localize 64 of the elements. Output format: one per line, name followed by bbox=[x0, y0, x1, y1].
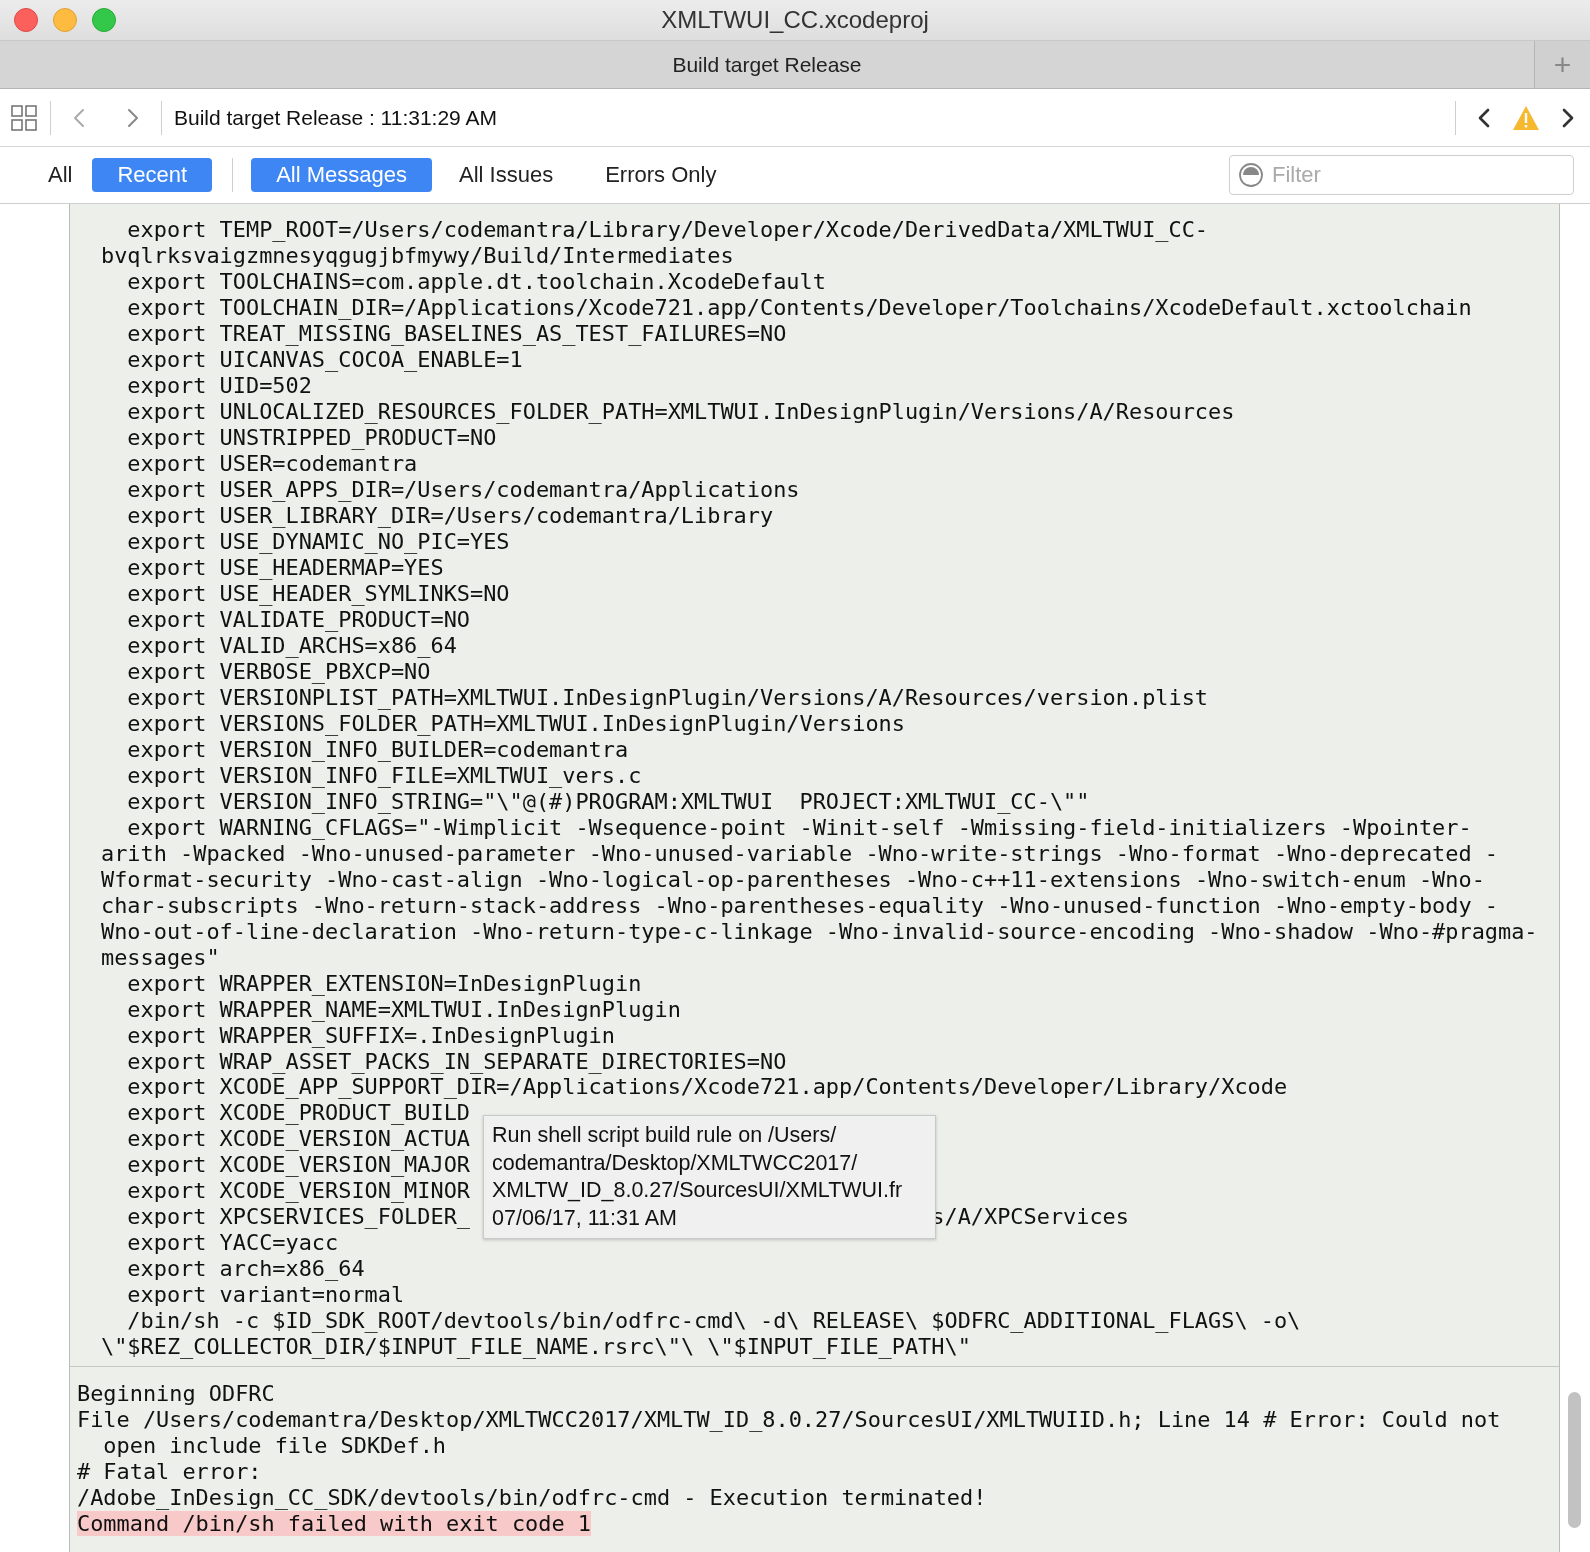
log-line: export TOOLCHAIN_DIR=/Applications/Xcode721.app/Contents/Developer/Toolchains/XcodeDefault.xctoolchain bbox=[127, 294, 1472, 320]
log-line: export UID=502 bbox=[127, 372, 312, 398]
log-line: /Adobe_InDesign_CC_SDK/devtools/bin/odfrc-cmd - Execution terminated! bbox=[77, 1485, 987, 1511]
log-line: export WARNING_CFLAGS="-Wimplicit -Wsequence-point -Winit-self -Wmissing-field-initializers -Wpointer- bbox=[127, 814, 1472, 840]
log-line: export variant=normal bbox=[127, 1282, 405, 1308]
scope-tab[interactable]: All bbox=[30, 158, 91, 192]
log-line: File /Users/codemantra/Desktop/XMLTWCC2017/XMLTW_ID_8.0.27/SourcesUI/XMLTWUIID.h; Line 14 # Error: Could not bbox=[77, 1407, 1501, 1433]
log-line: export USE_HEADERMAP=YES bbox=[127, 554, 444, 580]
log-line: export VERSION_INFO_BUILDER=codemantra bbox=[127, 736, 629, 762]
tooltip: Run shell script build rule on /Users/ codemantra/Desktop/XMLTWCC2017/ XMLTW_ID_8.0.27/SourcesUI/XMLTWUI.fr 07/06/17, 11:31 AM bbox=[483, 1115, 936, 1240]
log-line: export VALID_ARCHS=x86_64 bbox=[127, 632, 457, 658]
filter-icon bbox=[1238, 162, 1264, 188]
log-line: arith -Wpacked -Wno-unused-parameter -Wno-unused-variable -Wno-write-strings -Wno-format -Wno-deprecated - bbox=[101, 840, 1498, 866]
log-line: export TOOLCHAINS=com.apple.dt.toolchain.XcodeDefault bbox=[127, 268, 826, 294]
log-line: export USER=codemantra bbox=[127, 450, 418, 476]
close-button[interactable] bbox=[14, 8, 38, 32]
log-line: messages" bbox=[101, 944, 220, 970]
log-line: Wformat-security -Wno-cast-align -Wno-logical-op-parentheses -Wno-c++11-extensions -Wno-switch-enum -Wno- bbox=[101, 866, 1485, 892]
minimize-button[interactable] bbox=[53, 8, 77, 32]
editor-tab[interactable]: Build target Release bbox=[0, 41, 1534, 88]
filter-tab[interactable]: All Issues bbox=[434, 158, 579, 192]
log-line: Beginning ODFRC bbox=[77, 1381, 275, 1407]
log-line: export VERBOSE_PBXCP=NO bbox=[127, 658, 431, 684]
log-line: export VERSIONS_FOLDER_PATH=XMLTWUI.InDesignPlugin/Versions bbox=[127, 710, 905, 736]
log-line: export UNLOCALIZED_RESOURCES_FOLDER_PATH=XMLTWUI.InDesignPlugin/Versions/A/Resources bbox=[127, 398, 1235, 424]
log-line: export UNSTRIPPED_PRODUCT=NO bbox=[127, 424, 497, 450]
scrollbar-thumb[interactable] bbox=[1568, 1392, 1581, 1528]
filter-field[interactable]: Filter bbox=[1229, 155, 1574, 195]
log-line: \"$REZ_COLLECTOR_DIR/$INPUT_FILE_NAME.rsrc\"\ \"$INPUT_FILE_PATH\" bbox=[101, 1334, 971, 1360]
log-line: export XCODE_VERSION_MINOR bbox=[127, 1178, 470, 1204]
log-line: export WRAP_ASSET_PACKS_IN_SEPARATE_DIRECTORIES=NO bbox=[127, 1048, 787, 1074]
log-line: export XCODE_APP_SUPPORT_DIR=/Applications/Xcode721.app/Contents/Developer/Library/Xcode bbox=[127, 1074, 1288, 1100]
filter-tab[interactable]: Errors Only bbox=[580, 158, 742, 192]
log-line: export VERSIONPLIST_PATH=XMLTWUI.InDesignPlugin/Versions/A/Resources/version.plist bbox=[127, 684, 1209, 710]
log-line: export USE_DYNAMIC_NO_PIC=YES bbox=[127, 528, 510, 554]
log-line: # Fatal error: bbox=[77, 1459, 262, 1485]
log-line: export arch=x86_64 bbox=[127, 1256, 365, 1282]
log-line: export VERSION_INFO_STRING="\"@(#)PROGRAM:XMLTWUI PROJECT:XMLTWUI_CC-\"" bbox=[127, 788, 1090, 814]
log-line: bvqlrksvaigzmnesyqgugjbfmywy/Build/Intermediates bbox=[101, 243, 734, 268]
log-line: export XPCSERVICES_FOLDER_ bbox=[127, 1204, 470, 1230]
log-line: Wno-out-of-line-declaration -Wno-return-type-c-linkage -Wno-invalid-source-encoding -Wno-shadow -Wno-#pragma- bbox=[101, 918, 1538, 944]
log-line: export VALIDATE_PRODUCT=NO bbox=[127, 606, 470, 632]
log-line: export YACC=yacc bbox=[127, 1230, 339, 1256]
log-line: export WRAPPER_SUFFIX=.InDesignPlugin bbox=[127, 1022, 615, 1048]
log-line: export XCODE_VERSION_MAJOR bbox=[127, 1152, 470, 1178]
log-line: export XCODE_PRODUCT_BUILD bbox=[127, 1100, 470, 1126]
log-line: export VERSION_INFO_FILE=XMLTWUI_vers.c bbox=[127, 762, 642, 788]
log-line: export WRAPPER_NAME=XMLTWUI.InDesignPlugin bbox=[127, 996, 681, 1022]
log-line: export USER_APPS_DIR=/Users/codemantra/Applications bbox=[127, 476, 800, 502]
filter-tab[interactable]: All Messages bbox=[251, 158, 432, 192]
log-line: export XCODE_VERSION_ACTUA bbox=[127, 1126, 470, 1152]
log-line: export USER_LIBRARY_DIR=/Users/codemantra/Library bbox=[127, 502, 774, 528]
log-line: export UICANVAS_COCOA_ENABLE=1 bbox=[127, 346, 523, 372]
zoom-button[interactable] bbox=[92, 8, 116, 32]
log-line: export WRAPPER_EXTENSION=InDesignPlugin bbox=[127, 970, 642, 996]
log-line: open include file SDKDef.h bbox=[103, 1433, 446, 1459]
log-line: char-subscripts -Wno-return-stack-address -Wno-parentheses-equality -Wno-unused-function -Wno-empty-body - bbox=[101, 892, 1498, 918]
breadcrumb[interactable]: Build target Release : 11:31:29 AM bbox=[174, 105, 1449, 130]
log-line: export USE_HEADER_SYMLINKS=NO bbox=[127, 580, 510, 606]
log-line: export TREAT_MISSING_BASELINES_AS_TEST_FAILURES=NO bbox=[127, 320, 787, 346]
log-line: export TEMP_ROOT=/Users/codemantra/Library/Developer/Xcode/DerivedData/XMLTWUI_CC- bbox=[127, 217, 1209, 242]
window-title: XMLTWUI_CC.xcodeproj bbox=[661, 6, 929, 34]
log-line: /bin/sh -c $ID_SDK_ROOT/devtools/bin/odfrc-cmd\ -d\ RELEASE\ $ODFRC_ADDITIONAL_FLAGS\ -o\ bbox=[127, 1308, 1301, 1334]
scope-tab[interactable]: Recent bbox=[92, 158, 213, 192]
